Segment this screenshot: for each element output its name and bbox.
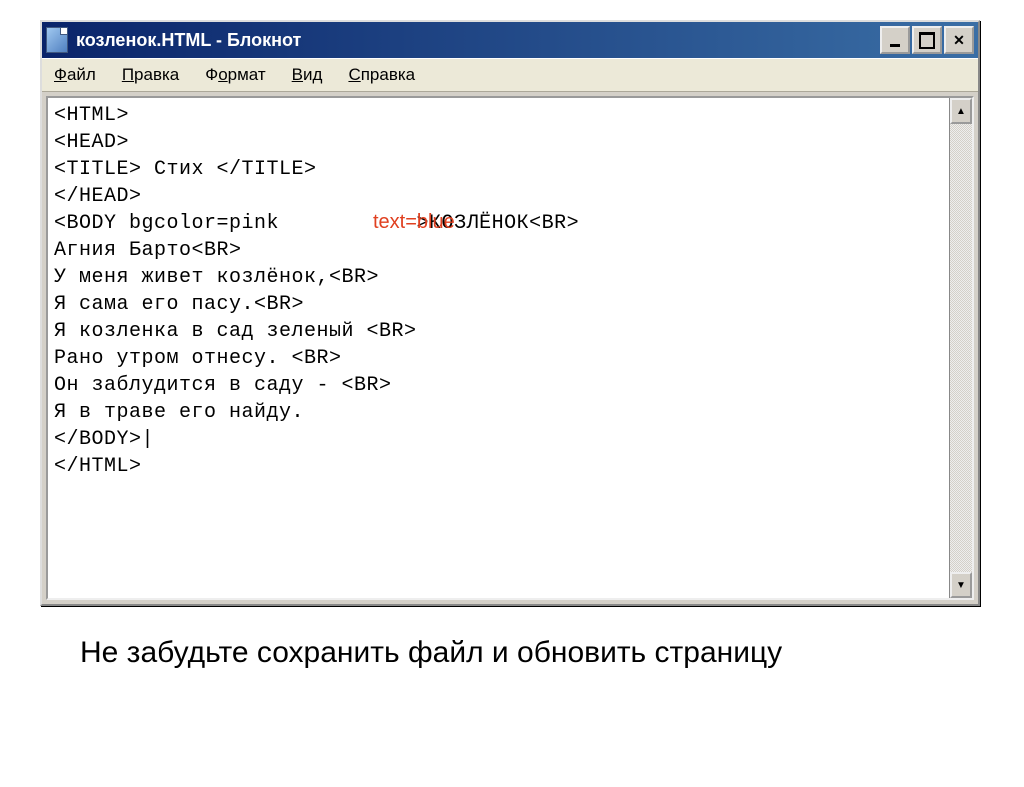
scroll-up-button[interactable]: ▲: [950, 98, 972, 124]
window-controls: [880, 26, 974, 54]
scroll-down-button[interactable]: ▼: [950, 572, 972, 598]
menu-file[interactable]: Файл: [48, 63, 102, 87]
scroll-track[interactable]: [950, 124, 972, 572]
minimize-button[interactable]: [880, 26, 910, 54]
menubar: Файл Правка Формат Вид Справка: [42, 58, 978, 92]
menu-format[interactable]: Формат: [199, 63, 271, 87]
maximize-button[interactable]: [912, 26, 942, 54]
app-icon: [46, 27, 68, 53]
menu-view[interactable]: Вид: [286, 63, 329, 87]
close-icon: [953, 32, 965, 49]
titlebar[interactable]: козленок.HTML - Блокнот: [42, 22, 978, 58]
menu-edit[interactable]: Правка: [116, 63, 185, 87]
client-area: <HTML> <HEAD> <TITLE> Стих </TITLE> </HE…: [46, 96, 974, 600]
window-title: козленок.HTML - Блокнот: [76, 30, 880, 51]
text-editor[interactable]: <HTML> <HEAD> <TITLE> Стих </TITLE> </HE…: [48, 98, 949, 598]
menu-help[interactable]: Справка: [342, 63, 421, 87]
close-button[interactable]: [944, 26, 974, 54]
vertical-scrollbar[interactable]: ▲ ▼: [949, 98, 972, 598]
maximize-icon: [919, 32, 935, 49]
slide-caption: Не забудьте сохранить файл и обновить ст…: [80, 636, 940, 670]
notepad-window: козленок.HTML - Блокнот Файл Правка Форм…: [40, 20, 980, 606]
annotation-overlay: text=blue: [373, 211, 455, 234]
minimize-icon: [890, 44, 900, 47]
